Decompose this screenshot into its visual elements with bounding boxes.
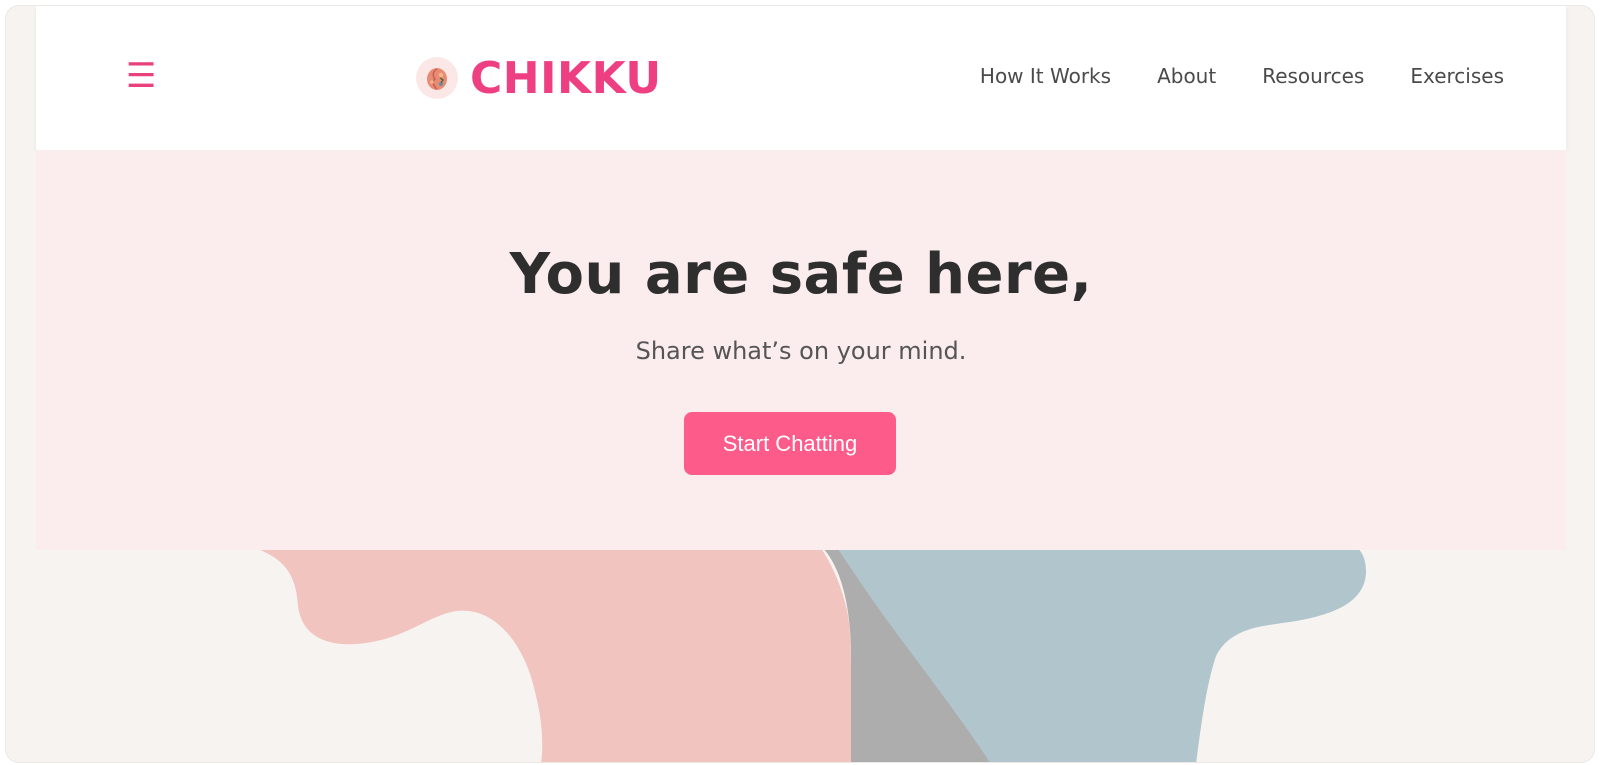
brand-logo-link[interactable]: CHIKKU bbox=[416, 52, 662, 104]
nav-link-exercises[interactable]: Exercises bbox=[1410, 64, 1504, 88]
nav-link-about[interactable]: About bbox=[1157, 64, 1216, 88]
main-nav: How It Works About Resources Exercises bbox=[934, 64, 1504, 88]
brain-icon bbox=[416, 57, 458, 99]
brand-name: CHIKKU bbox=[470, 52, 662, 104]
hamburger-menu-icon[interactable]: ☰ bbox=[126, 56, 156, 96]
brain-icon-graphic bbox=[427, 68, 447, 90]
nav-link-how-it-works[interactable]: How It Works bbox=[980, 64, 1111, 88]
top-navbar: ☰ CHIKKU How It Works About Resources Ex… bbox=[36, 6, 1566, 150]
pink-blob bbox=[251, 546, 856, 762]
hero-section: You are safe here, Share what’s on your … bbox=[36, 150, 1566, 550]
hero-subtitle: Share what’s on your mind. bbox=[635, 337, 967, 365]
start-chatting-button[interactable]: Start Chatting bbox=[684, 412, 896, 475]
nav-link-resources[interactable]: Resources bbox=[1262, 64, 1364, 88]
hero-title: You are safe here, bbox=[509, 242, 1093, 307]
page-frame: ☰ CHIKKU How It Works About Resources Ex… bbox=[5, 5, 1595, 763]
